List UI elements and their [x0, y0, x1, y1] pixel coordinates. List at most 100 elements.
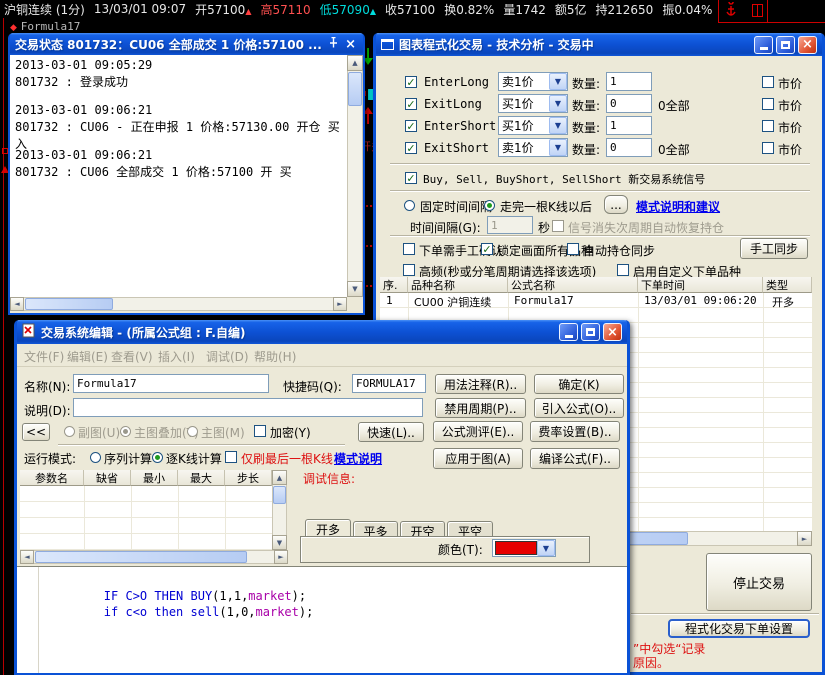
menu-debug[interactable]: 调试(D): [206, 348, 249, 365]
scroll-left-icon[interactable]: ◄: [10, 297, 24, 311]
mode-help-link[interactable]: 模式说明: [334, 450, 382, 467]
anchor-tool-icon[interactable]: [724, 2, 738, 18]
menu-edit[interactable]: 编辑(E): [67, 348, 108, 365]
tab-open-long[interactable]: 开多: [305, 519, 351, 537]
all-suffix: 0全部: [658, 141, 690, 158]
param-vscroll-thumb[interactable]: [273, 486, 286, 504]
log-vscroll-thumb[interactable]: [348, 72, 362, 106]
close-button[interactable]: ×: [603, 323, 622, 341]
enterlong-qty-input[interactable]: [606, 72, 652, 91]
chevron-down-icon[interactable]: ▼: [549, 139, 567, 156]
code-line[interactable]: if c<o then sell(1,0,market);: [46, 591, 313, 633]
checkbox-exitshort[interactable]: ✓: [405, 142, 417, 154]
manual-confirm-checkbox[interactable]: [403, 243, 415, 255]
sub-chart-radio[interactable]: [64, 426, 75, 437]
exitshort-price-select[interactable]: 卖1价▼: [498, 138, 568, 157]
scroll-down-icon[interactable]: ▼: [272, 535, 287, 550]
exitshort-market-checkbox[interactable]: [762, 142, 774, 154]
close-icon: ×: [802, 38, 813, 51]
tab-close-short[interactable]: 平空: [447, 521, 493, 537]
quick-button[interactable]: 快速(L)..: [358, 422, 424, 442]
usage-notes-button[interactable]: 用法注释(R)..: [435, 374, 526, 394]
exitlong-qty-input[interactable]: [606, 94, 652, 113]
chart-window-tool-icon[interactable]: [752, 4, 763, 17]
exitlong-price-select[interactable]: 买1价▼: [498, 94, 568, 113]
after-kline-radio[interactable]: [484, 200, 495, 211]
maximize-button[interactable]: [776, 36, 795, 54]
checkbox-enterlong[interactable]: ✓: [405, 76, 417, 88]
scroll-right-icon[interactable]: ►: [797, 531, 812, 546]
mode-help-link[interactable]: 模式说明和建议: [636, 198, 720, 215]
more-options-button[interactable]: ...: [604, 195, 628, 214]
lock-all-checkbox[interactable]: ✓: [481, 243, 493, 255]
scroll-right-icon[interactable]: ►: [333, 297, 347, 311]
auto-restore-checkbox[interactable]: [552, 220, 564, 232]
seq-calc-radio[interactable]: [90, 452, 101, 463]
exitshort-qty-input[interactable]: [606, 138, 652, 157]
entershort-market-checkbox[interactable]: [762, 120, 774, 132]
refresh-last-checkbox[interactable]: [225, 451, 237, 463]
order-table-row[interactable]: 1 CU00 沪铜连续 Formula17 13/03/01 09:06:20 …: [380, 293, 812, 308]
encrypt-checkbox[interactable]: [254, 425, 266, 437]
scroll-up-icon[interactable]: ▲: [272, 470, 287, 485]
menu-file[interactable]: 文件(F): [24, 348, 64, 365]
name-input[interactable]: [73, 374, 269, 393]
scroll-up-icon[interactable]: ▲: [347, 55, 363, 71]
log-hscroll-thumb[interactable]: [25, 298, 113, 310]
manual-sync-button[interactable]: 手工同步: [740, 238, 808, 259]
tab-close-long[interactable]: 平多: [353, 521, 398, 537]
color-select[interactable]: ▼: [492, 539, 556, 557]
main-chart-radio[interactable]: [187, 426, 198, 437]
scroll-left-icon[interactable]: ◄: [20, 550, 34, 564]
order-settings-button[interactable]: 程式化交易下单设置: [668, 619, 810, 638]
exitlong-market-checkbox[interactable]: [762, 98, 774, 110]
status-window-titlebar[interactable]: 交易状态 801732：CU06 全部成交 1 价格:57100 ... ×: [10, 33, 363, 55]
fixed-interval-radio[interactable]: [404, 200, 415, 211]
compile-button[interactable]: 编译公式(F)..: [530, 448, 620, 469]
kline-calc-radio[interactable]: [152, 452, 163, 463]
scroll-down-icon[interactable]: ▼: [347, 281, 363, 297]
close-button[interactable]: ×: [798, 36, 817, 54]
apply-to-chart-button[interactable]: 应用于图(A): [433, 448, 523, 469]
chevron-down-icon[interactable]: ▼: [549, 73, 567, 90]
minimize-button[interactable]: [559, 323, 578, 341]
new-signal-checkbox[interactable]: ✓: [405, 172, 417, 184]
menu-insert[interactable]: 插入(I): [158, 348, 195, 365]
tab-open-short[interactable]: 开空: [400, 521, 445, 537]
checkbox-entershort[interactable]: ✓: [405, 120, 417, 132]
param-table-body[interactable]: [20, 486, 272, 550]
entershort-price-select[interactable]: 买1价▼: [498, 116, 568, 135]
collapse-button[interactable]: <<: [22, 423, 50, 441]
ok-button[interactable]: 确定(K): [534, 374, 624, 394]
description-input[interactable]: [73, 398, 423, 417]
import-formula-button[interactable]: 引入公式(O)..: [534, 398, 624, 418]
high-freq-checkbox[interactable]: [403, 264, 415, 276]
shortcut-input[interactable]: [352, 374, 426, 393]
menu-help[interactable]: 帮助(H): [254, 348, 296, 365]
auto-sync-checkbox[interactable]: [567, 243, 579, 255]
chevron-down-icon[interactable]: ▼: [549, 117, 567, 134]
auto-trade-titlebar[interactable]: 图表程式化交易 - 技术分析 - 交易中 ×: [376, 33, 822, 56]
maximize-button[interactable]: [581, 323, 600, 341]
close-icon[interactable]: ×: [345, 38, 356, 51]
scroll-right-icon[interactable]: ►: [274, 550, 288, 564]
code-editor[interactable]: IF C>O THEN BUY(1,1,market); if c<o then…: [17, 566, 627, 673]
custom-order-checkbox[interactable]: [617, 264, 629, 276]
checkbox-exitlong[interactable]: ✓: [405, 98, 417, 110]
entershort-qty-input[interactable]: [606, 116, 652, 135]
fee-settings-button[interactable]: 费率设置(B)..: [530, 421, 620, 442]
chevron-down-icon[interactable]: ▼: [537, 540, 555, 556]
minimize-button[interactable]: [754, 36, 773, 54]
disable-period-button[interactable]: 禁用周期(P)..: [435, 398, 526, 418]
editor-titlebar[interactable]: 交易系统编辑 - (所属公式组 : F.自编) ×: [17, 320, 627, 344]
interval-input[interactable]: [487, 216, 533, 234]
pin-icon[interactable]: [328, 37, 339, 51]
menu-view[interactable]: 查看(V): [111, 348, 153, 365]
param-hscroll-thumb[interactable]: [35, 551, 247, 563]
enterlong-price-select[interactable]: 卖1价▼: [498, 72, 568, 91]
evaluate-button[interactable]: 公式测评(E)..: [433, 421, 523, 442]
enterlong-market-checkbox[interactable]: [762, 76, 774, 88]
stop-trading-button[interactable]: 停止交易: [706, 553, 812, 611]
overlay-radio[interactable]: [120, 426, 131, 437]
chevron-down-icon[interactable]: ▼: [549, 95, 567, 112]
